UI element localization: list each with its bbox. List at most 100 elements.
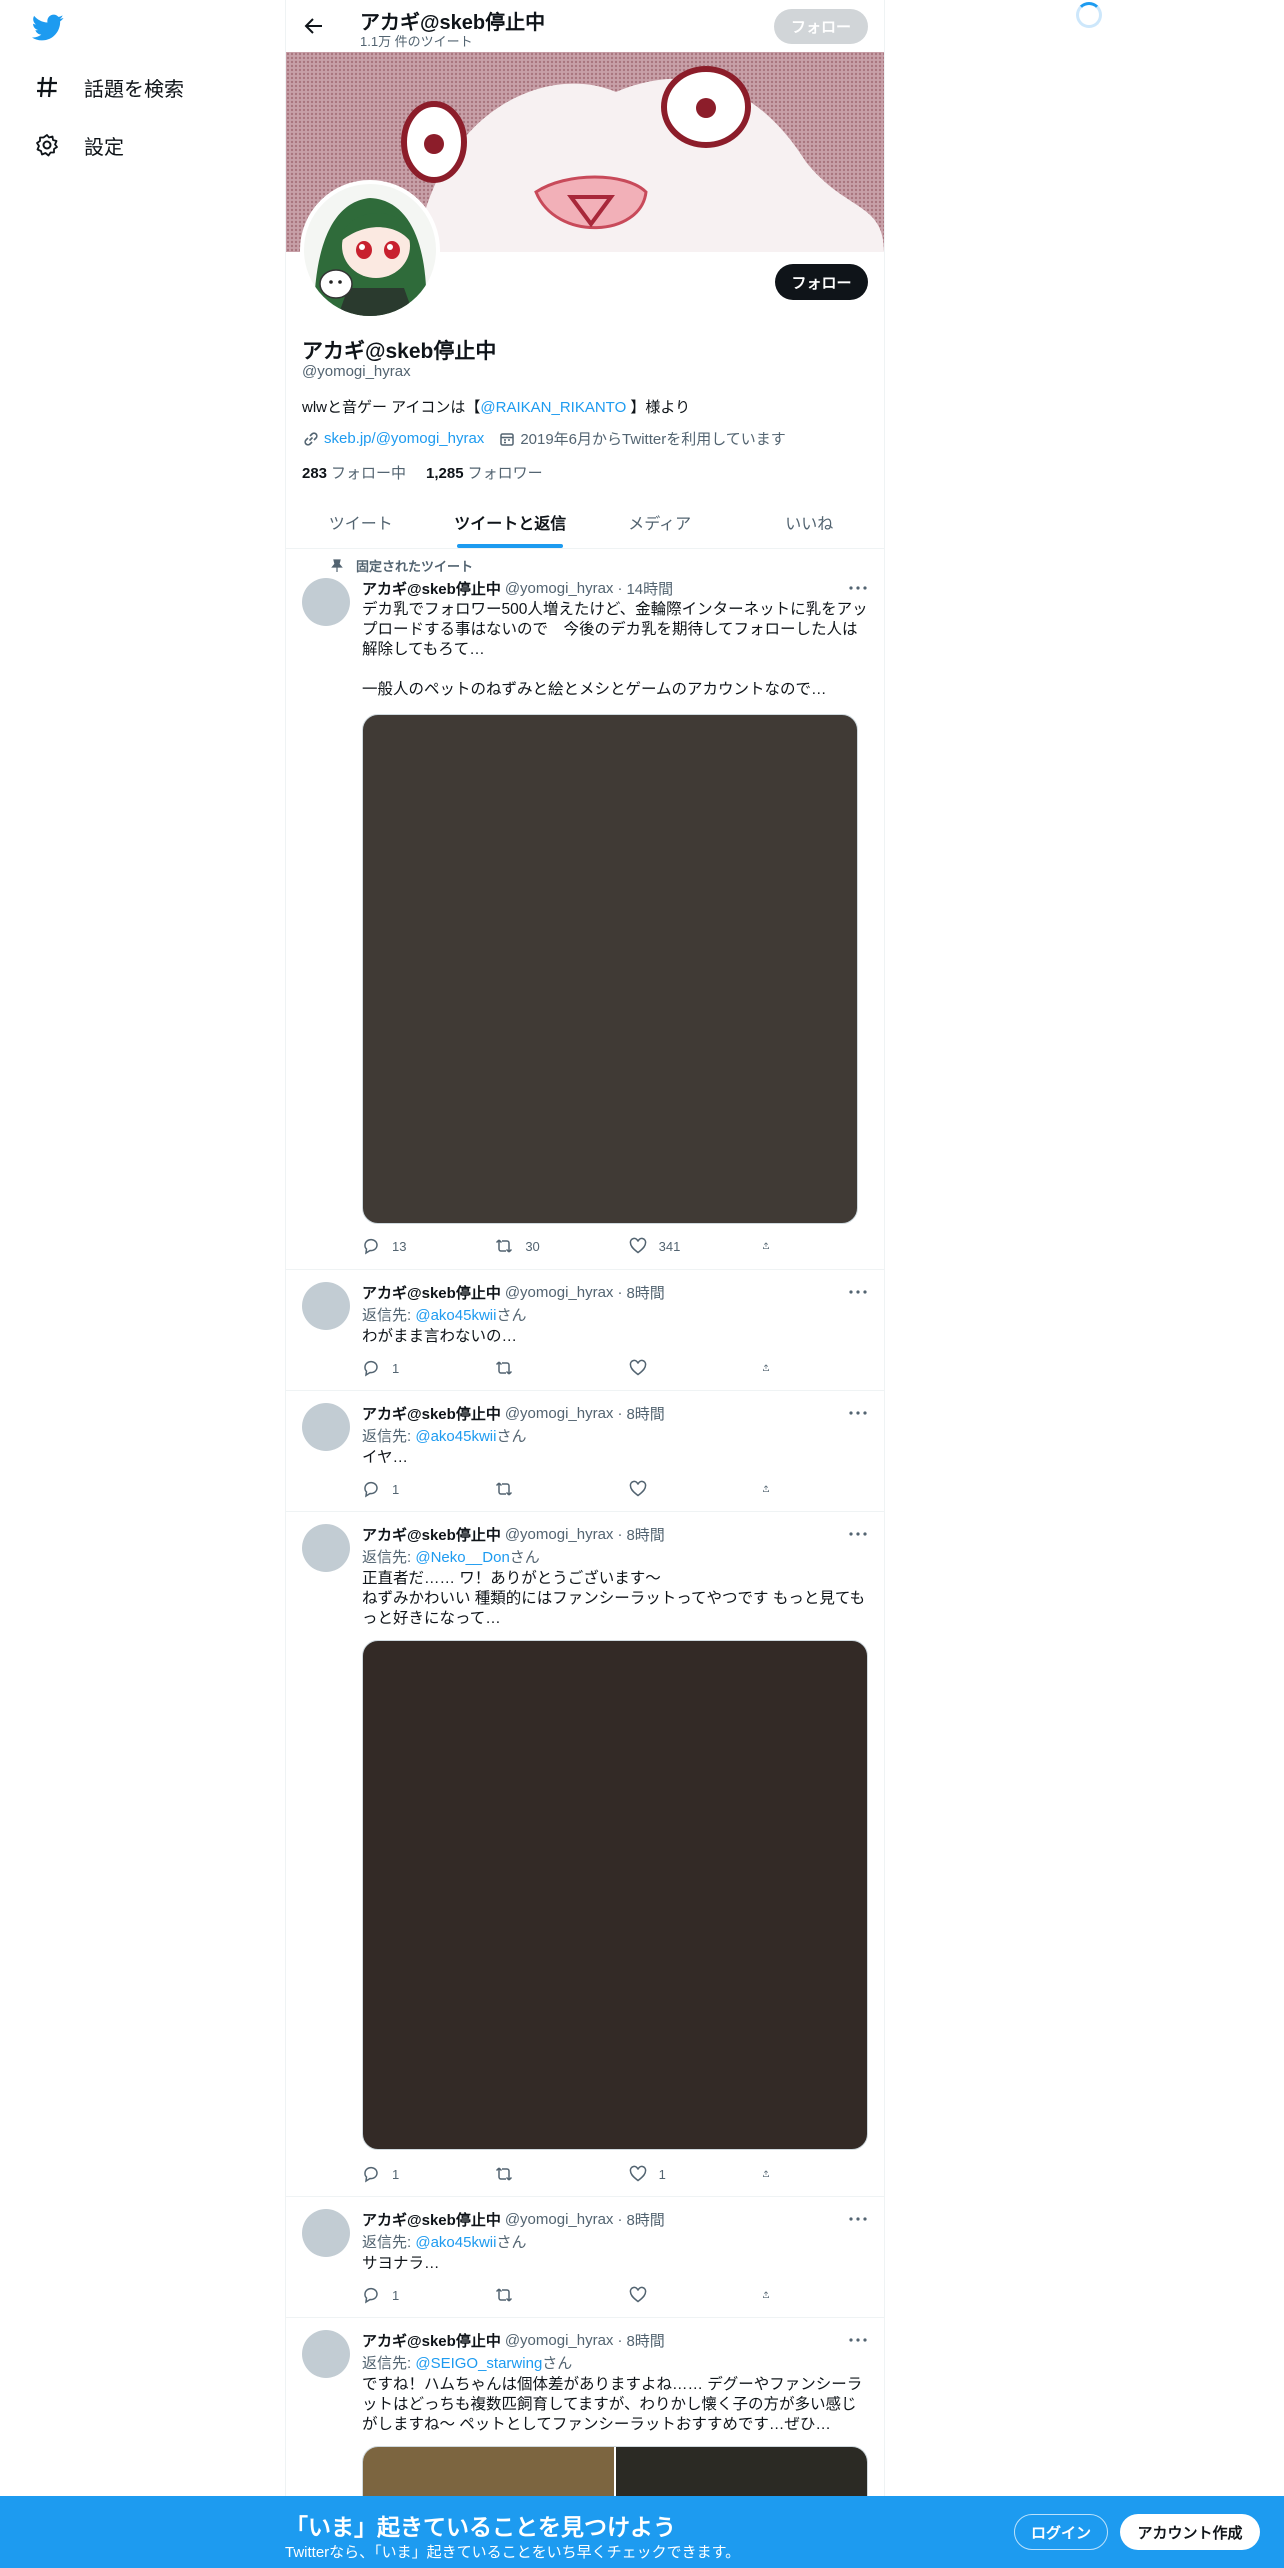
reply-to-mention[interactable]: @ako45kwii (415, 2234, 496, 2251)
tweet-avatar[interactable] (302, 2330, 350, 2378)
profile-link[interactable]: skeb.jp/@yomogi_hyrax (302, 430, 484, 448)
tweet-text: 正直者だ…… ワ！ありがとうございます〜 ねずみかわいい 種類的にはファンシーラ… (362, 1570, 866, 1627)
tweet-time[interactable]: 8時間 (626, 2209, 664, 2230)
tweet-author-handle[interactable]: @yomogi_hyrax (505, 2211, 614, 2228)
tab-tweets-and-replies[interactable]: ツイートと返信 (436, 496, 586, 548)
tweet-author-handle[interactable]: @yomogi_hyrax (505, 1284, 614, 1301)
retweet-count: 30 (525, 1238, 540, 1254)
more-options-icon[interactable] (846, 2330, 870, 2350)
tweet-avatar[interactable] (302, 2209, 350, 2257)
followers-stat[interactable]: 1,285 フォロワー (426, 462, 543, 483)
retweet-button[interactable]: 30 (495, 1236, 628, 1256)
share-icon (762, 1364, 769, 1371)
tab-likes[interactable]: いいね (735, 496, 885, 548)
signup-button[interactable]: アカウント作成 (1120, 2514, 1260, 2550)
tweet-item[interactable]: アカギ@skeb停止中 @yomogi_hyrax · 8時間 返信先: @ak… (286, 1391, 884, 1512)
reply-button[interactable]: 1 (362, 1479, 495, 1499)
like-button[interactable]: 341 (629, 1236, 762, 1256)
tab-tweets[interactable]: ツイート (286, 496, 436, 548)
reply-to-mention[interactable]: @ako45kwii (415, 1307, 496, 1324)
tweet-item[interactable]: アカギ@skeb停止中 @yomogi_hyrax · 8時間 返信先: @ak… (286, 1270, 884, 1391)
reply-to-mention[interactable]: @SEIGO_starwing (415, 2355, 542, 2372)
share-button[interactable] (762, 1358, 782, 1378)
like-button[interactable]: 1 (629, 2164, 762, 2184)
tweet-author-handle[interactable]: @yomogi_hyrax (505, 580, 614, 597)
tweet-item[interactable]: アカギ@skeb停止中 @yomogi_hyrax · 8時間 返信先: @ak… (286, 2197, 884, 2318)
bio-mention-link[interactable]: @RAIKAN_RIKANTO (480, 399, 626, 416)
reply-icon (364, 1481, 378, 1498)
reply-to-mention[interactable]: @ako45kwii (415, 1428, 496, 1445)
tweet-dot: · (617, 2210, 623, 2228)
tweet-text: ですね！ハムちゃんは個体差がありますよね…… デグーやファンシーラットはどっちも… (362, 2376, 863, 2433)
tweet-author-name[interactable]: アカギ@skeb停止中 (362, 1524, 501, 1545)
reply-button[interactable]: 1 (362, 2285, 495, 2305)
reply-button[interactable]: 13 (362, 1236, 495, 1256)
tweet-author-name[interactable]: アカギ@skeb停止中 (362, 1282, 501, 1303)
share-button[interactable] (762, 1236, 782, 1256)
tweet-author-handle[interactable]: @yomogi_hyrax (505, 1526, 614, 1543)
header-follow-button[interactable]: フォロー (774, 9, 868, 44)
tweet-author-name[interactable]: アカギ@skeb停止中 (362, 2330, 501, 2351)
more-options-icon[interactable] (846, 1282, 870, 1302)
login-button[interactable]: ログイン (1014, 2514, 1108, 2550)
tweet-time[interactable]: 8時間 (626, 1524, 664, 1545)
retweet-button[interactable] (495, 2164, 628, 2184)
retweet-icon (496, 1482, 513, 1496)
share-button[interactable] (762, 1479, 782, 1499)
profile-avatar[interactable] (300, 180, 440, 320)
more-options-icon[interactable] (846, 578, 870, 598)
twitter-logo-icon[interactable] (32, 14, 64, 42)
tweet-avatar[interactable] (302, 578, 350, 626)
tweet-avatar[interactable] (302, 1403, 350, 1451)
retweet-icon (496, 1239, 513, 1253)
followers-label: フォロワー (467, 465, 543, 482)
tweet-item[interactable]: アカギ@skeb停止中 @yomogi_hyrax · 8時間 返信先: @Ne… (286, 1512, 884, 2197)
tweet-time[interactable]: 14時間 (626, 578, 673, 599)
tweet-author-name[interactable]: アカギ@skeb停止中 (362, 1403, 501, 1424)
back-arrow-icon[interactable] (300, 12, 328, 40)
more-options-icon[interactable] (846, 1524, 870, 1544)
reply-button[interactable]: 1 (362, 1358, 495, 1378)
profile-name: アカギ@skeb停止中 (302, 340, 497, 363)
retweet-button[interactable] (495, 1479, 628, 1499)
reply-to-mention[interactable]: @Neko__Don (415, 1549, 509, 1566)
more-options-icon[interactable] (846, 1403, 870, 1423)
reply-button[interactable]: 1 (362, 2164, 495, 2184)
tweet-time[interactable]: 8時間 (626, 2330, 664, 2351)
retweet-button[interactable] (495, 2285, 628, 2305)
share-icon (762, 2291, 769, 2298)
tweet-body: アカギ@skeb停止中 @yomogi_hyrax · 8時間 返信先: @Ne… (362, 1524, 868, 1629)
retweet-button[interactable] (495, 1358, 628, 1378)
like-button[interactable] (629, 2285, 762, 2305)
reply-suffix: さん (496, 1428, 527, 1445)
reply-prefix: 返信先: (362, 1307, 416, 1324)
tweet-author-handle[interactable]: @yomogi_hyrax (505, 1405, 614, 1422)
more-options-icon[interactable] (846, 2209, 870, 2229)
tweet-media[interactable] (362, 714, 858, 1224)
tweet-author-handle[interactable]: @yomogi_hyrax (505, 2332, 614, 2349)
reply-suffix: さん (496, 2234, 527, 2251)
tweet-author-name[interactable]: アカギ@skeb停止中 (362, 578, 501, 599)
tab-media[interactable]: メディア (585, 496, 735, 548)
following-stat[interactable]: 283 フォロー中 (302, 462, 406, 483)
tweet-author-name[interactable]: アカギ@skeb停止中 (362, 2209, 501, 2230)
tweet-time[interactable]: 8時間 (626, 1403, 664, 1424)
tweet-header: アカギ@skeb停止中 @yomogi_hyrax · 8時間 (362, 1403, 868, 1423)
tweet-text: サヨナラ… (362, 2255, 440, 2272)
like-button[interactable] (629, 1358, 762, 1378)
share-button[interactable] (762, 2285, 782, 2305)
like-button[interactable] (629, 1479, 762, 1499)
nav-settings[interactable]: 設定 (34, 125, 124, 165)
tweet-avatar[interactable] (302, 1282, 350, 1330)
share-button[interactable] (762, 2164, 782, 2184)
tweet-time[interactable]: 8時間 (626, 1282, 664, 1303)
heart-icon (629, 1237, 646, 1254)
tweet-body: アカギ@skeb停止中 @yomogi_hyrax · 8時間 返信先: @ak… (362, 2209, 868, 2274)
tweet-item[interactable]: アカギ@skeb停止中 @yomogi_hyrax · 14時間 デカ乳でフォロ… (286, 548, 884, 1270)
profile-link-text[interactable]: skeb.jp/@yomogi_hyrax (324, 430, 484, 447)
retweet-icon (496, 1361, 513, 1375)
nav-explore[interactable]: 話題を検索 (34, 67, 184, 107)
tweet-avatar[interactable] (302, 1524, 350, 1572)
profile-follow-button[interactable]: フォロー (775, 264, 868, 300)
tweet-media[interactable] (362, 1640, 868, 2150)
